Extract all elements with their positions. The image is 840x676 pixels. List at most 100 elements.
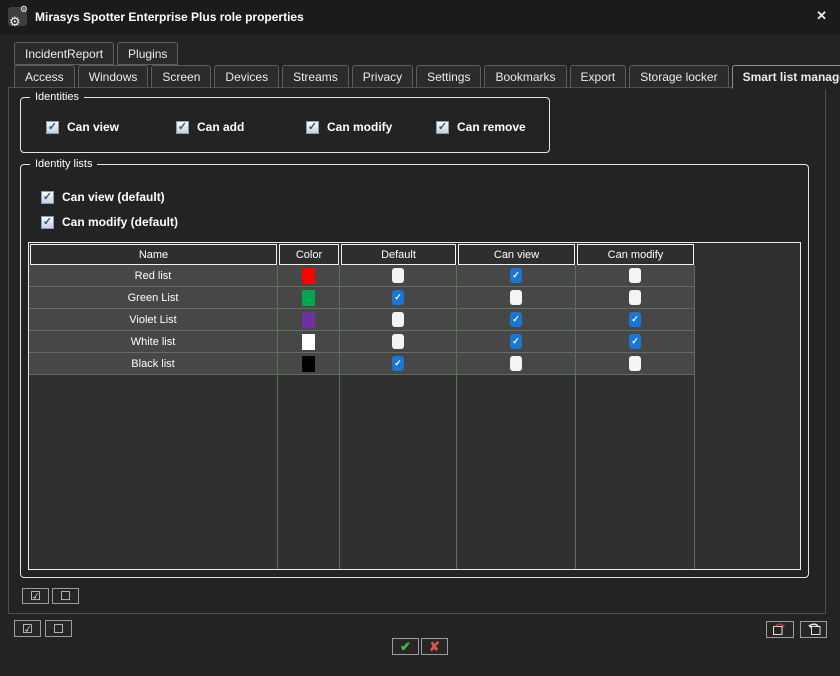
identities-legend: Identities bbox=[30, 90, 84, 104]
default-checkbox[interactable] bbox=[392, 268, 404, 283]
table-uncheck-all-button[interactable]: ☐ bbox=[52, 588, 79, 604]
table-row[interactable]: White list bbox=[29, 331, 800, 353]
tab-bookmarks[interactable]: Bookmarks bbox=[484, 65, 566, 88]
can-view-checkbox[interactable] bbox=[510, 356, 522, 371]
close-button[interactable]: ✕ bbox=[816, 8, 827, 24]
can-modify-default-checkbox-item[interactable]: Can modify (default) bbox=[41, 215, 178, 229]
can-remove-checkbox[interactable] bbox=[436, 121, 449, 134]
tab-storage-locker[interactable]: Storage locker bbox=[629, 65, 728, 88]
header-default[interactable]: Default bbox=[341, 244, 456, 265]
tab-label: Export bbox=[581, 70, 616, 84]
gear-small-icon: ⚙ bbox=[20, 5, 28, 14]
default-checkbox[interactable] bbox=[392, 290, 404, 305]
tab-label: Storage locker bbox=[640, 70, 717, 84]
can-view-default-checkbox-item[interactable]: Can view (default) bbox=[41, 190, 165, 204]
row-name-cell: White list bbox=[29, 331, 278, 353]
uncheck-all-icon: ☐ bbox=[53, 623, 64, 635]
can-view-default-label: Can view (default) bbox=[62, 190, 165, 204]
row-can-view-cell bbox=[457, 309, 576, 331]
color-swatch[interactable] bbox=[302, 268, 315, 284]
row-can-modify-cell bbox=[576, 265, 695, 287]
tab-access[interactable]: Access bbox=[14, 65, 75, 88]
tab-devices[interactable]: Devices bbox=[214, 65, 279, 88]
row-default-cell bbox=[340, 309, 457, 331]
color-swatch[interactable] bbox=[302, 290, 315, 306]
default-checkbox[interactable] bbox=[392, 356, 404, 371]
tab-label: Settings bbox=[427, 70, 470, 84]
row-default-cell bbox=[340, 353, 457, 375]
can-modify-checkbox[interactable] bbox=[629, 312, 641, 327]
table-row[interactable]: Green List bbox=[29, 287, 800, 309]
table-empty-area bbox=[29, 375, 800, 569]
header-color[interactable]: Color bbox=[279, 244, 339, 265]
can-remove-label: Can remove bbox=[457, 120, 526, 134]
tab-export[interactable]: Export bbox=[570, 65, 627, 88]
default-checkbox[interactable] bbox=[392, 312, 404, 327]
ok-check-icon: ✔ bbox=[400, 640, 411, 653]
redo-arrow-icon bbox=[772, 623, 788, 636]
can-view-checkbox[interactable] bbox=[510, 268, 522, 283]
row-can-modify-cell bbox=[576, 353, 695, 375]
can-modify-default-checkbox[interactable] bbox=[41, 216, 54, 229]
color-swatch[interactable] bbox=[302, 334, 315, 350]
row-can-view-cell bbox=[457, 265, 576, 287]
ok-button[interactable]: ✔ bbox=[392, 638, 419, 655]
tab-row-plugins: IncidentReport Plugins bbox=[14, 42, 181, 65]
can-view-checkbox[interactable] bbox=[46, 121, 59, 134]
tab-streams[interactable]: Streams bbox=[282, 65, 349, 88]
can-view-checkbox-item[interactable]: Can view bbox=[46, 120, 176, 134]
tab-settings[interactable]: Settings bbox=[416, 65, 481, 88]
can-add-checkbox[interactable] bbox=[176, 121, 189, 134]
tab-label: Windows bbox=[89, 70, 138, 84]
table-row[interactable]: Black list bbox=[29, 353, 800, 375]
row-name-cell: Red list bbox=[29, 265, 278, 287]
can-modify-checkbox-item[interactable]: Can modify bbox=[306, 120, 436, 134]
tab-label: Plugins bbox=[128, 47, 167, 61]
row-color-cell bbox=[278, 265, 340, 287]
tab-plugins[interactable]: Plugins bbox=[117, 42, 178, 65]
can-view-default-checkbox[interactable] bbox=[41, 191, 54, 204]
can-add-checkbox-item[interactable]: Can add bbox=[176, 120, 306, 134]
row-default-cell bbox=[340, 265, 457, 287]
can-modify-checkbox[interactable] bbox=[629, 334, 641, 349]
row-default-cell bbox=[340, 287, 457, 309]
can-modify-checkbox[interactable] bbox=[629, 268, 641, 283]
row-color-cell bbox=[278, 309, 340, 331]
default-checkbox[interactable] bbox=[392, 334, 404, 349]
tab-label: Devices bbox=[225, 70, 268, 84]
row-color-cell bbox=[278, 353, 340, 375]
header-name[interactable]: Name bbox=[30, 244, 277, 265]
can-view-checkbox[interactable] bbox=[510, 334, 522, 349]
tab-privacy[interactable]: Privacy bbox=[352, 65, 413, 88]
can-view-checkbox[interactable] bbox=[510, 312, 522, 327]
row-name-cell: Black list bbox=[29, 353, 278, 375]
tab-windows[interactable]: Windows bbox=[78, 65, 149, 88]
page-check-all-button[interactable]: ☑ bbox=[14, 620, 41, 637]
page-uncheck-all-button[interactable]: ☐ bbox=[45, 620, 72, 637]
copy-settings-out-button[interactable] bbox=[766, 621, 794, 638]
header-can-view[interactable]: Can view bbox=[458, 244, 575, 265]
tab-label: Smart list management bbox=[743, 70, 840, 84]
can-remove-checkbox-item[interactable]: Can remove bbox=[436, 120, 566, 134]
header-can-modify[interactable]: Can modify bbox=[577, 244, 694, 265]
tab-label: Privacy bbox=[363, 70, 402, 84]
can-modify-checkbox[interactable] bbox=[629, 356, 641, 371]
window-title: Mirasys Spotter Enterprise Plus role pro… bbox=[35, 10, 304, 24]
tab-smart-list-management[interactable]: Smart list management bbox=[732, 65, 840, 89]
color-swatch[interactable] bbox=[302, 312, 315, 328]
table-header-row: Name Color Default Can view Can modify bbox=[29, 243, 800, 265]
row-name-cell: Violet List bbox=[29, 309, 278, 331]
can-view-checkbox[interactable] bbox=[510, 290, 522, 305]
table-row[interactable]: Violet List bbox=[29, 309, 800, 331]
can-modify-checkbox[interactable] bbox=[629, 290, 641, 305]
table-row[interactable]: Red list bbox=[29, 265, 800, 287]
tab-incidentreport[interactable]: IncidentReport bbox=[14, 42, 114, 65]
table-check-all-button[interactable]: ☑ bbox=[22, 588, 49, 604]
tab-screen[interactable]: Screen bbox=[151, 65, 211, 88]
check-all-icon: ☑ bbox=[22, 623, 33, 635]
copy-settings-in-button[interactable] bbox=[800, 621, 827, 638]
can-add-label: Can add bbox=[197, 120, 244, 134]
color-swatch[interactable] bbox=[302, 356, 315, 372]
can-modify-checkbox[interactable] bbox=[306, 121, 319, 134]
cancel-button[interactable]: ✘ bbox=[421, 638, 448, 655]
